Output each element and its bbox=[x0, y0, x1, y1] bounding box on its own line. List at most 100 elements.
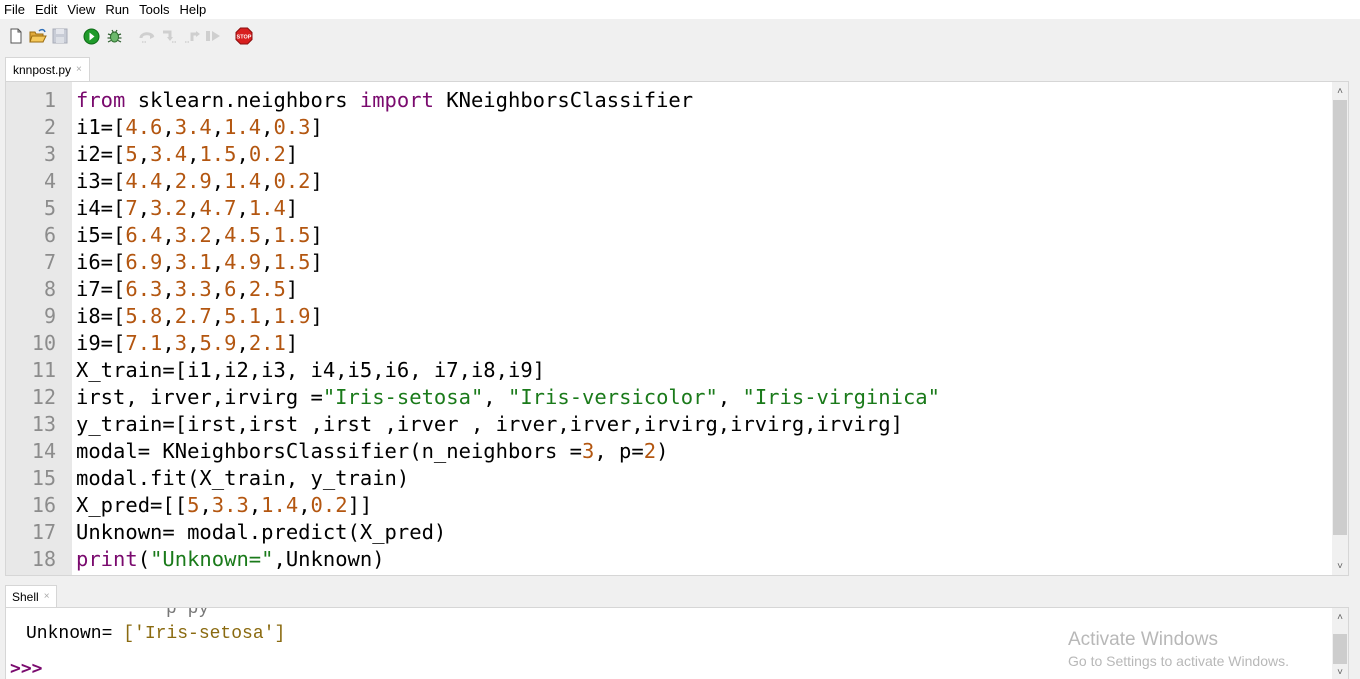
open-file-button[interactable] bbox=[29, 27, 47, 45]
code-line[interactable]: 11 X_train=[i1,i2,i3, i4,i5,i6, i7,i8,i9] bbox=[32, 357, 940, 384]
number-token: 4.6 bbox=[125, 115, 163, 139]
number-token: 3.2 bbox=[174, 223, 212, 247]
code-token: ] bbox=[285, 142, 299, 166]
code-line[interactable]: 10 i9=[7.1, 3, 5.9, 2.1] bbox=[32, 330, 940, 357]
svg-text:STOP: STOP bbox=[237, 34, 252, 40]
code-token: i3=[ bbox=[76, 169, 126, 193]
tab-knnpost[interactable]: knnpost.py × bbox=[5, 57, 90, 81]
menu-edit[interactable]: Edit bbox=[31, 0, 63, 19]
run-button[interactable] bbox=[82, 27, 100, 45]
number-token: 2.7 bbox=[174, 304, 212, 328]
number-token: 0.2 bbox=[273, 169, 311, 193]
menu-help[interactable]: Help bbox=[176, 0, 213, 19]
shell-scrollbar-thumb[interactable] bbox=[1333, 634, 1347, 664]
editor-vertical-scrollbar[interactable]: ˄ ˅ bbox=[1332, 82, 1348, 575]
number-token: 1.4 bbox=[248, 196, 286, 220]
menu-file[interactable]: File bbox=[0, 0, 31, 19]
stop-button[interactable]: STOP bbox=[235, 27, 253, 45]
code-line[interactable]: 16 X_pred=[[5, 3.3, 1.4, 0.2]] bbox=[32, 492, 940, 519]
code-token: , bbox=[211, 277, 225, 301]
keyword-token: from bbox=[76, 88, 126, 112]
code-line[interactable]: 18 print("Unknown=" ,Unknown) bbox=[32, 546, 940, 573]
code-area[interactable]: 1 from sklearn.neighbors import KNeighbor… bbox=[32, 87, 940, 573]
number-token: 3.1 bbox=[174, 250, 212, 274]
number-token: 5.1 bbox=[224, 304, 262, 328]
scrollbar-thumb[interactable] bbox=[1333, 100, 1347, 535]
save-file-button[interactable] bbox=[51, 27, 69, 45]
number-token: 1.9 bbox=[273, 304, 311, 328]
watermark-title: Activate Windows bbox=[1068, 629, 1218, 650]
code-line[interactable]: 9 i8=[5.8, 2.7, 5.1, 1.9] bbox=[44, 303, 940, 330]
shell-prompt[interactable]: >>> bbox=[10, 658, 43, 679]
code-line[interactable]: 13 y_train=[irst,irst ,irst ,irver , irve… bbox=[32, 411, 940, 438]
keyword-token: import bbox=[359, 88, 434, 112]
line-number: 13 bbox=[31, 412, 56, 436]
line-number: 8 bbox=[43, 277, 56, 301]
code-token: ] bbox=[310, 250, 323, 274]
code-line[interactable]: 14 modal= KNeighborsClassifier(n_neighbor… bbox=[32, 438, 940, 465]
step-over-icon bbox=[139, 32, 154, 43]
number-token: 2.1 bbox=[248, 331, 286, 355]
new-file-button[interactable] bbox=[7, 27, 25, 45]
code-token: , bbox=[717, 385, 743, 409]
number-token: 1.5 bbox=[273, 223, 311, 247]
code-token: ] bbox=[310, 304, 323, 328]
code-token: ,Unknown) bbox=[273, 547, 385, 571]
scroll-down-icon[interactable]: ˅ bbox=[1332, 558, 1348, 574]
code-token: ] bbox=[285, 196, 299, 220]
code-token: ] bbox=[310, 169, 323, 193]
line-number: 9 bbox=[43, 304, 56, 328]
step-into-button[interactable] bbox=[160, 27, 178, 45]
tab-label: knnpost.py bbox=[13, 62, 72, 77]
code-token: , bbox=[137, 196, 151, 220]
menu-run[interactable]: Run bbox=[101, 0, 135, 19]
code-token: , bbox=[187, 142, 200, 166]
number-token: 4.4 bbox=[125, 169, 163, 193]
code-line[interactable]: 7 i6=[6.9, 3.1, 4.9, 1.5] bbox=[44, 249, 940, 276]
string-token: "Iris-setosa" bbox=[322, 385, 484, 409]
step-into-icon bbox=[162, 30, 177, 43]
shell-scroll-down-icon[interactable]: ˅ bbox=[1332, 664, 1348, 679]
code-token: , bbox=[162, 331, 175, 355]
code-token: ( bbox=[137, 547, 151, 571]
close-tab-icon[interactable]: × bbox=[76, 58, 82, 82]
resume-button[interactable] bbox=[204, 27, 222, 45]
shell-panel[interactable]: p py Unknown= ['Iris-setosa'] >>> Activa… bbox=[5, 607, 1349, 679]
code-line[interactable]: 12 irst, irver,irvirg = "Iris-setosa", "Ir… bbox=[32, 384, 940, 411]
menu-tools[interactable]: Tools bbox=[135, 0, 175, 19]
code-line[interactable]: 17 Unknown= modal.predict(X_pred) bbox=[32, 519, 940, 546]
code-line[interactable]: 2 i1=[4.6, 3.4, 1.4, 0.3] bbox=[44, 114, 940, 141]
code-line[interactable]: 8 i7=[6.3, 3.3, 6, 2.5] bbox=[44, 276, 940, 303]
code-token: KNeighborsClassifier bbox=[433, 88, 694, 112]
code-line[interactable]: 4 i3=[4.4, 2.9, 1.4, 0.2] bbox=[44, 168, 940, 195]
watermark-subtitle: Go to Settings to activate Windows. bbox=[1068, 653, 1289, 669]
code-line[interactable]: 5 i4=[7, 3.2, 4.7, 1.4] bbox=[44, 195, 940, 222]
number-token: 1.5 bbox=[199, 142, 237, 166]
code-token: , bbox=[298, 493, 311, 517]
shell-scroll-up-icon[interactable]: ˄ bbox=[1332, 609, 1348, 625]
code-editor[interactable]: 1 from sklearn.neighbors import KNeighbor… bbox=[5, 81, 1349, 576]
code-line[interactable]: 1 from sklearn.neighbors import KNeighbor… bbox=[44, 87, 940, 114]
code-line[interactable]: 15 modal.fit(X_train, y_train) bbox=[32, 465, 940, 492]
number-token: 0.2 bbox=[310, 493, 348, 517]
code-line[interactable]: 6 i5=[6.4, 3.2, 4.5, 1.5] bbox=[44, 222, 940, 249]
close-shell-icon[interactable]: × bbox=[44, 586, 50, 608]
scroll-up-icon[interactable]: ˄ bbox=[1332, 83, 1348, 99]
code-token: i4=[ bbox=[76, 196, 126, 220]
step-out-button[interactable] bbox=[183, 27, 201, 45]
number-token: 4.7 bbox=[199, 196, 237, 220]
line-number: 12 bbox=[31, 385, 56, 409]
shell-output-line: Unknown= ['Iris-setosa'] bbox=[26, 624, 285, 644]
debug-button[interactable] bbox=[105, 27, 123, 45]
number-token: 3.2 bbox=[150, 196, 188, 220]
code-token: Unknown= modal.predict(X_pred) bbox=[76, 520, 447, 544]
menu-view[interactable]: View bbox=[63, 0, 101, 19]
step-over-button[interactable] bbox=[138, 27, 156, 45]
line-number: 14 bbox=[31, 439, 56, 463]
shell-vertical-scrollbar[interactable]: ˄ ˅ bbox=[1332, 608, 1348, 679]
code-line[interactable]: 3 i2=[5, 3.4, 1.5, 0.2] bbox=[44, 141, 940, 168]
tab-shell[interactable]: Shell × bbox=[5, 585, 57, 607]
code-token: i8=[ bbox=[76, 304, 126, 328]
string-token: "Iris-versicolor" bbox=[507, 385, 718, 409]
code-token: i7=[ bbox=[76, 277, 126, 301]
